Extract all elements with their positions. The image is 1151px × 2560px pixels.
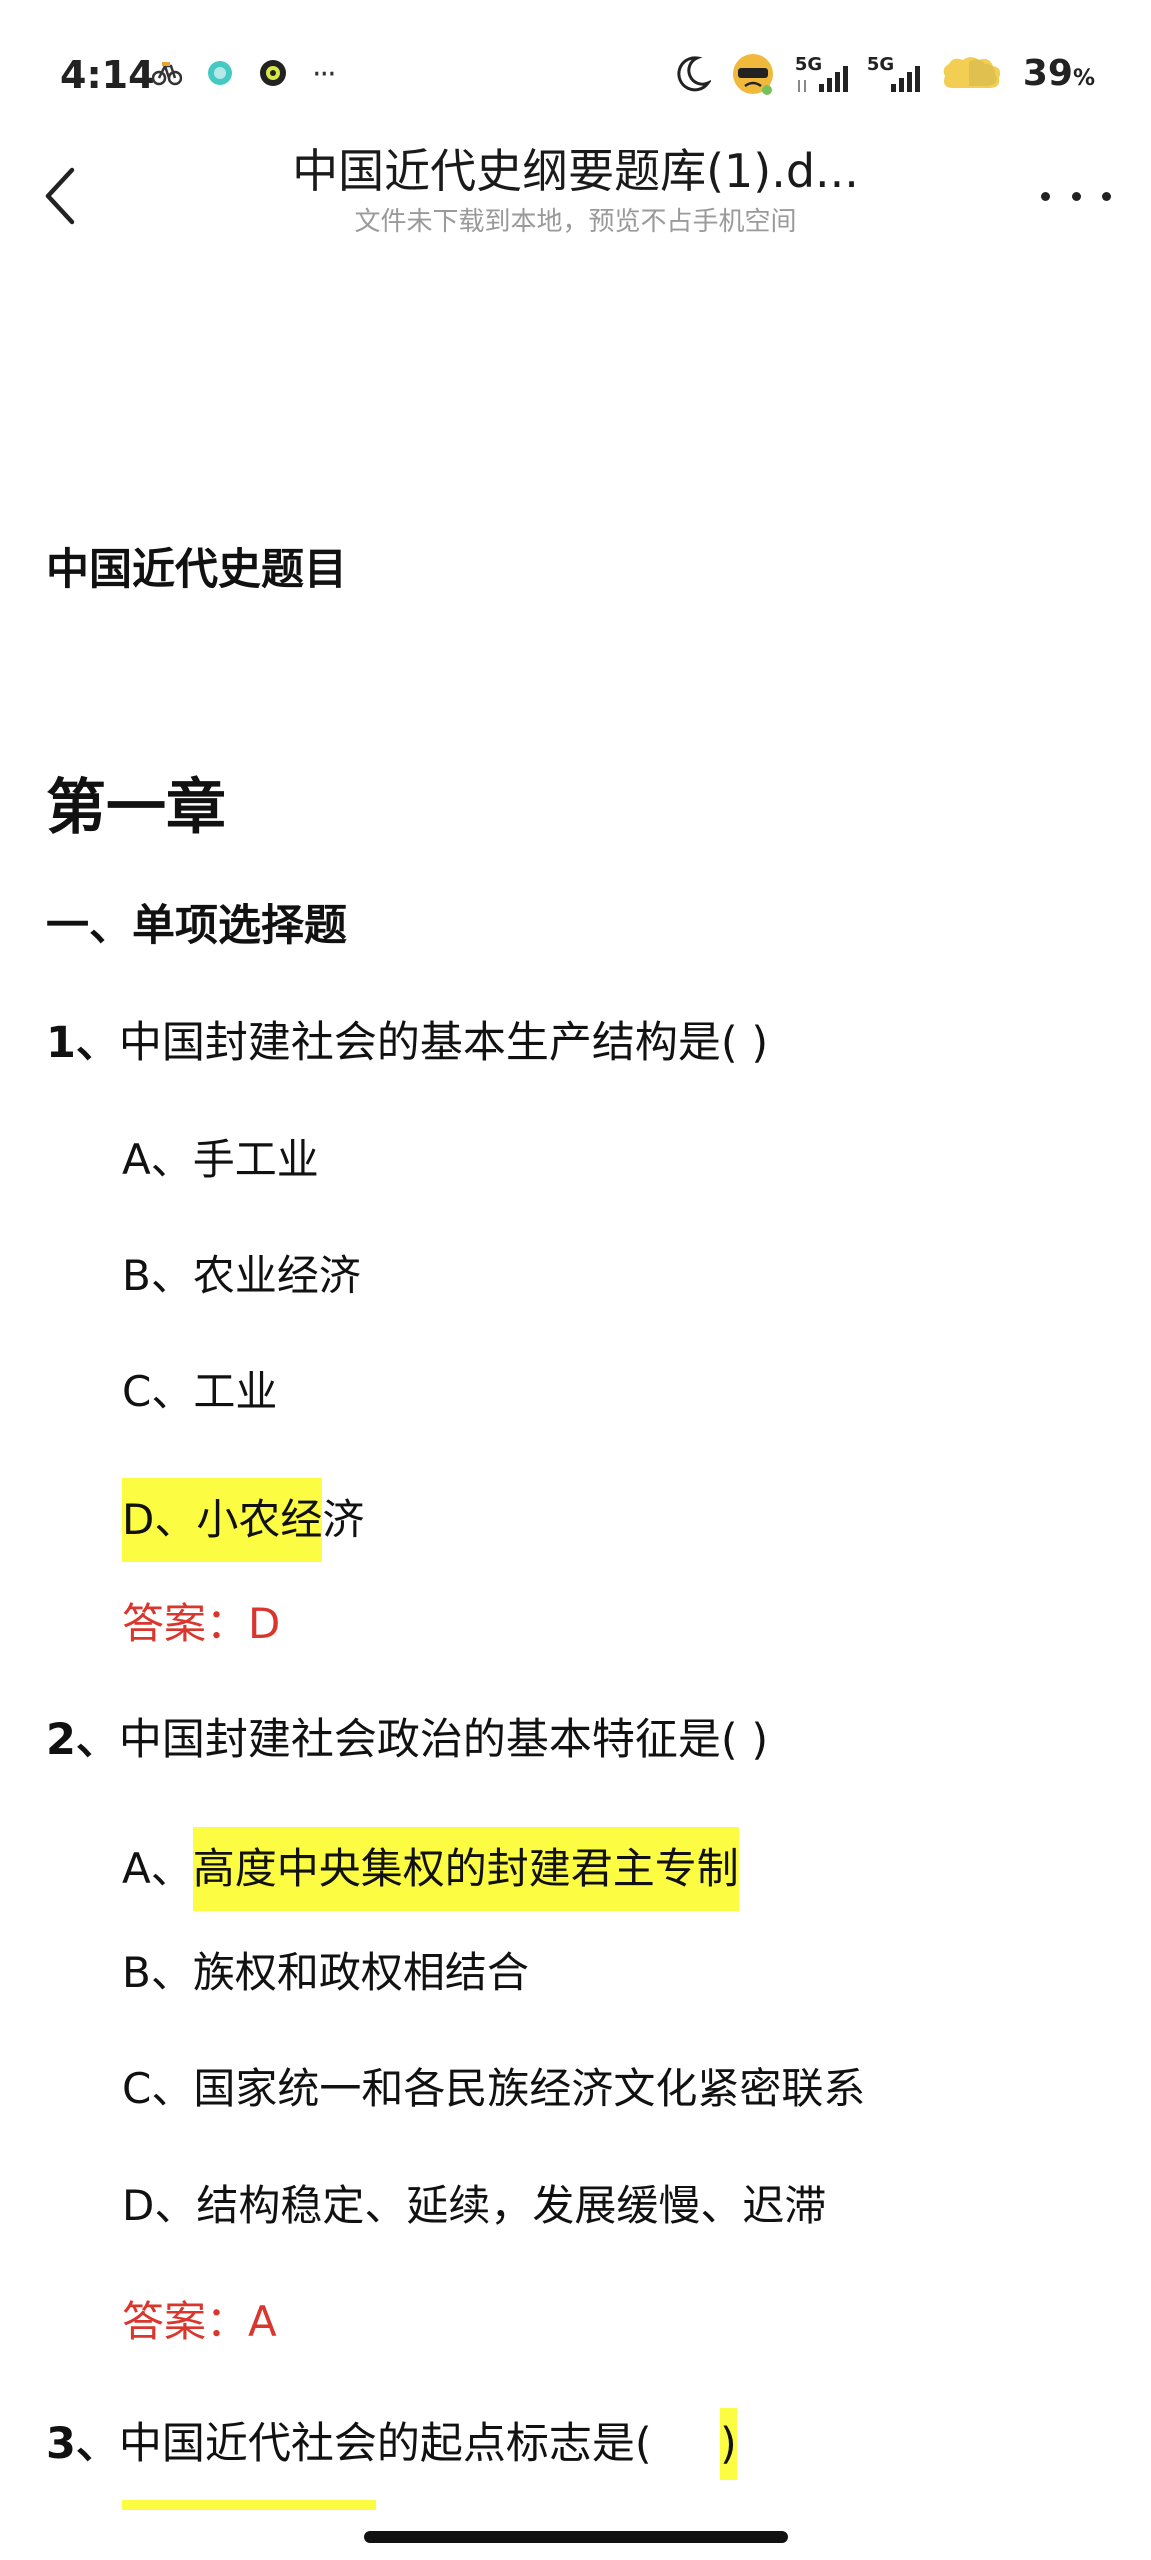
question-text: 中国近代社会的起点标志是( [118, 2419, 721, 2469]
q1-option-d: D、小农经济 [122, 1478, 364, 1562]
option-text: 手工业 [192, 1135, 319, 1184]
option-prefix: D、 [122, 2181, 197, 2230]
option-text: 工业 [193, 1367, 278, 1416]
option-prefix: C、 [122, 1367, 194, 1416]
q2-option-d: D、结构稳定、延续，发展缓慢、迟滞 [122, 2176, 826, 2236]
highlighted-text: D、小农经 [122, 1478, 323, 1562]
chapter-title: 第一章 [46, 773, 226, 843]
doc-heading: 中国近代史题目 [46, 545, 347, 595]
q1-answer: 答案：D [122, 1599, 281, 1648]
option-text: 国家统一和各民族经济文化紧密联系 [193, 2064, 866, 2113]
q2-option-b: B、族权和政权相结合 [122, 1943, 529, 2003]
option-text: 农业经济 [192, 1251, 361, 1300]
q1-option-c: C、工业 [122, 1362, 277, 1422]
question-number: 3、 [46, 2419, 119, 2469]
question-2: 2、中国封建社会政治的基本特征是( ) [46, 1710, 768, 1770]
option-text: 结构稳定、延续，发展缓慢、迟滞 [196, 2181, 827, 2230]
document-content[interactable]: 中国近代史题目 第一章 一、单项选择题 1、中国封建社会的基本生产结构是( ) … [0, 0, 1151, 2560]
question-text: 中国封建社会的基本生产结构是( ) [118, 1018, 769, 1068]
option-prefix: C、 [122, 2064, 194, 2113]
highlighted-paren: ) [720, 2408, 737, 2480]
question-1: 1、中国封建社会的基本生产结构是( ) [46, 1013, 768, 1073]
option-prefix: B、 [122, 1948, 193, 1997]
q1-option-a: A、手工业 [122, 1130, 319, 1190]
option-text: 族权和政权相结合 [192, 1948, 529, 1997]
option-prefix: A、 [122, 1844, 193, 1893]
section-title: 一、单项选择题 [46, 901, 347, 951]
q1-option-b: B、农业经济 [122, 1246, 361, 1306]
question-3: 3、中国近代社会的起点标志是( ) [46, 2408, 737, 2480]
highlighted-text: 高度中央集权的封建君主专制 [192, 1827, 739, 1911]
question-number: 1、 [46, 1018, 119, 1068]
option-prefix: A、 [122, 1135, 193, 1184]
home-indicator[interactable] [364, 2531, 788, 2543]
option-text-rest: 济 [322, 1495, 365, 1544]
q2-answer: 答案：A [122, 2297, 277, 2346]
option-prefix: B、 [122, 1251, 193, 1300]
question-number: 2、 [46, 1715, 119, 1765]
question-text: 中国封建社会政治的基本特征是( ) [118, 1715, 769, 1765]
q2-option-a: A、高度中央集权的封建君主专制 [122, 1827, 739, 1911]
q2-option-c: C、国家统一和各民族经济文化紧密联系 [122, 2059, 865, 2119]
document-viewer-screen: 4:14 ··· 5G 5G 39% 中国近代史纲要题库(1).d... 文件未… [0, 0, 1151, 2560]
highlight-strip [122, 2500, 376, 2510]
